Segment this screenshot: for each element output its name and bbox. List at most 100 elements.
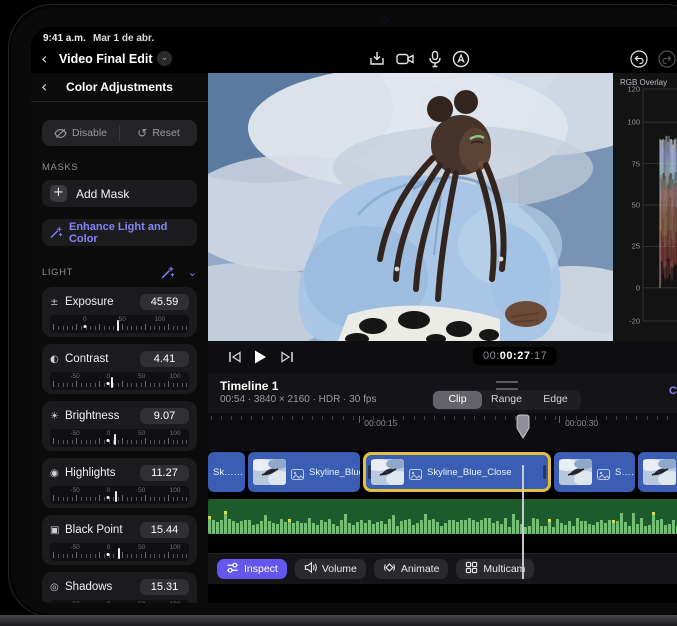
play-icon[interactable] (252, 349, 268, 365)
shadows-icon: ◎ (50, 582, 65, 593)
tab-clip[interactable]: Clip (433, 391, 482, 409)
param-value-field[interactable]: 15.44 (140, 522, 189, 538)
collapse-chevron-icon[interactable]: ⌄ (188, 266, 197, 279)
timecode-frames: :17 (530, 350, 547, 362)
project-menu-chevron-icon[interactable]: ⌄ (157, 51, 172, 66)
photo-icon (409, 467, 422, 478)
disable-label: Disable (72, 127, 107, 139)
slider-default-dot (107, 553, 110, 556)
brightness-icon: ☀ (50, 411, 65, 422)
slider-cursor[interactable] (118, 548, 120, 559)
date-text: Mar 1 de abr. (93, 33, 154, 44)
clip-Sk……[interactable]: Sk…… (208, 452, 245, 492)
slider-cursor[interactable] (115, 491, 117, 502)
light-section-header: LIGHT ⌄ (42, 266, 197, 279)
eye-off-icon (54, 128, 67, 139)
project-title[interactable]: Video Final Edit (59, 52, 153, 66)
disable-button[interactable]: Disable (42, 120, 119, 146)
black-point-icon: ▣ (50, 525, 65, 536)
playhead-handle[interactable] (516, 414, 530, 445)
timecode-display[interactable]: 00:00:27:17 (473, 347, 557, 365)
annotate-icon[interactable] (451, 50, 471, 68)
clip-S……[interactable]: S…… (554, 452, 635, 492)
param-slider[interactable]: 050100 (50, 315, 189, 333)
slider-cursor[interactable] (111, 377, 113, 388)
param-slider[interactable]: -50050100 (50, 372, 189, 390)
volume-button[interactable]: Volume (295, 559, 366, 579)
slider-cursor[interactable] (114, 434, 116, 445)
undo-icon[interactable] (629, 50, 649, 68)
timeline-header: Timeline 1 00:54 · 3840 × 2160 · HDR · 3… (208, 373, 677, 413)
auto-enhance-icon[interactable] (161, 266, 174, 279)
param-value-field[interactable]: 45.59 (140, 294, 189, 310)
playhead-line[interactable] (522, 465, 524, 579)
device-stand-edge (0, 615, 677, 626)
slider-tick-label: -50 (70, 430, 79, 437)
param-value-field[interactable]: 4.41 (140, 351, 189, 367)
connect-button-partial[interactable]: C (669, 385, 677, 397)
slider-tick-label: 0 (107, 544, 111, 551)
slider-tick-label: 50 (138, 544, 145, 551)
camera-icon[interactable] (395, 50, 415, 68)
enhance-button[interactable]: Enhance Light and Color (42, 219, 197, 246)
timecode-hours: 00: (483, 350, 500, 362)
param-name: Contrast (65, 353, 140, 365)
skip-forward-icon[interactable] (278, 349, 296, 365)
slider-tick-label: 100 (170, 430, 181, 437)
clip-Skyline_Blue_Wide[interactable]: Skyline_Blue_Wide (248, 452, 360, 492)
param-slider[interactable]: -50050100 (50, 429, 189, 447)
redo-icon[interactable] (657, 50, 677, 68)
slider-tick-label: -50 (70, 544, 79, 551)
param-name: Exposure (65, 296, 140, 308)
trim-handle-left[interactable] (368, 465, 371, 479)
timeline-ruler[interactable]: 00:00:1500:00:30 (208, 413, 677, 451)
param-slider[interactable]: -50 0 50 100 (50, 543, 189, 561)
light-section-label: LIGHT (42, 267, 161, 278)
disable-reset-group: Disable ↺ Reset (42, 120, 197, 146)
param-card-shadows: ◎Shadows15.31 -50050100 (42, 572, 197, 603)
import-icon[interactable] (367, 50, 387, 68)
param-name: Highlights (65, 467, 140, 479)
button-label: Animate (401, 563, 440, 575)
video-viewer[interactable] (208, 73, 613, 341)
clip-thumbnail (371, 459, 404, 485)
scope-tick-label: 120 (627, 85, 640, 94)
panel-drag-handle[interactable] (496, 381, 518, 390)
param-name: Shadows (65, 581, 140, 593)
param-value-field[interactable]: 11.27 (140, 465, 189, 481)
tab-edge[interactable]: Edge (531, 391, 580, 409)
scope-tick-label: -20 (629, 317, 640, 326)
back-icon[interactable]: ‹ (41, 49, 47, 69)
param-name: Black Point (65, 524, 140, 536)
param-slider[interactable]: -50050100 (50, 486, 189, 504)
exposure-icon: ± (50, 297, 65, 308)
reset-icon: ↺ (137, 126, 147, 140)
animate-button[interactable]: Animate (374, 559, 449, 579)
clip-partial-4[interactable] (638, 452, 677, 492)
add-mask-button[interactable]: + Add Mask (42, 180, 197, 207)
highlights-icon: ◉ (50, 468, 65, 479)
trim-handle-right[interactable] (543, 465, 546, 479)
tab-range[interactable]: Range (482, 391, 531, 409)
inspect-button[interactable]: Inspect (217, 559, 287, 579)
slider-cursor[interactable] (117, 320, 119, 331)
param-value-field[interactable]: 15.31 (140, 579, 189, 595)
app-screen: 9:41 a.m. Mar 1 de abr. ‹ Video Final Ed… (31, 27, 677, 603)
slider-tick-label: 100 (170, 544, 181, 551)
slider-tick-label: 0 (107, 601, 111, 603)
param-value-field[interactable]: 9.07 (140, 408, 189, 424)
param-slider[interactable]: -50050100 (50, 600, 189, 603)
slider-tick-label: 50 (119, 316, 126, 323)
skip-back-icon[interactable] (226, 349, 244, 365)
color-adjustments-panel: ‹ Color Adjustments Disable ↺ (31, 73, 208, 603)
clip-name: Skyline_Blue_Wide (309, 467, 360, 478)
param-name: Brightness (65, 410, 140, 422)
timeline-name: Timeline 1 (220, 379, 278, 393)
audio-track[interactable] (208, 499, 677, 534)
slider-tick-label: 0 (107, 487, 111, 494)
reset-button[interactable]: ↺ Reset (120, 120, 197, 146)
scope-tick-label: 0 (636, 283, 640, 292)
clip-name: Sk…… (213, 467, 243, 478)
slider-tick-label: 100 (170, 487, 181, 494)
microphone-icon[interactable] (425, 50, 445, 68)
